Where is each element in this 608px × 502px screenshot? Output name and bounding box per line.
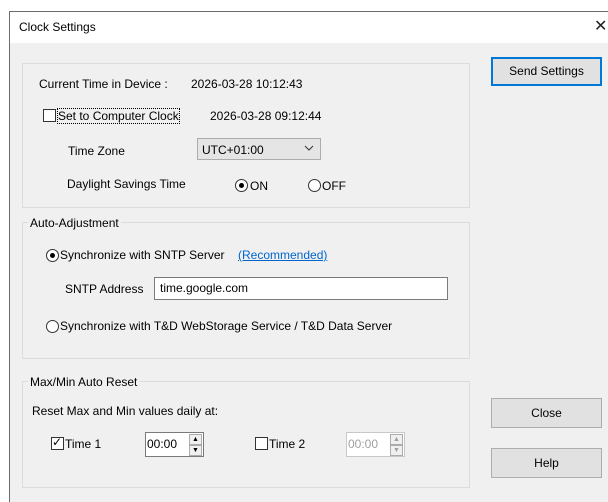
set-computer-clock-label[interactable]: Set to Computer Clock [57, 108, 180, 124]
reset-label: Reset Max and Min values daily at: [32, 404, 219, 418]
time2-checkbox[interactable] [255, 437, 268, 450]
send-settings-label: Send Settings [509, 64, 584, 78]
help-button[interactable]: Help [491, 448, 602, 478]
spin-up-icon[interactable]: ▲ [189, 434, 202, 445]
dst-label: Daylight Savings Time [67, 177, 186, 191]
sntp-address-label: SNTP Address [65, 282, 144, 296]
spin-down-icon: ▼ [390, 445, 403, 456]
help-label: Help [534, 456, 559, 470]
close-label: Close [531, 406, 562, 420]
window-title: Clock Settings [19, 20, 96, 34]
chevron-down-icon [304, 142, 314, 157]
webstorage-radio[interactable] [46, 320, 59, 333]
time1-value: 00:00 [147, 437, 178, 451]
time-zone-label: Time Zone [68, 144, 125, 158]
sntp-option-label[interactable]: Synchronize with SNTP Server [60, 248, 225, 262]
time2-value: 00:00 [348, 437, 379, 451]
time1-spinner[interactable]: 00:00 ▲ ▼ [145, 432, 204, 457]
time2-spinner: 00:00 ▲ ▼ [346, 432, 405, 457]
auto-adjustment-legend: Auto-Adjustment [28, 216, 121, 230]
title-bar: Clock Settings ✕ [10, 12, 608, 43]
set-computer-clock-checkbox[interactable] [43, 109, 56, 122]
computer-time-value: 2026-03-28 09:12:44 [210, 109, 322, 123]
close-button[interactable]: Close [491, 398, 602, 428]
time1-label[interactable]: Time 1 [65, 437, 101, 451]
current-time-label: Current Time in Device : [39, 77, 168, 91]
spin-down-icon[interactable]: ▼ [189, 445, 202, 456]
time-zone-dropdown[interactable]: UTC+01:00 [197, 138, 321, 160]
webstorage-option-label[interactable]: Synchronize with T&D WebStorage Service … [60, 319, 392, 333]
sntp-radio[interactable] [46, 249, 59, 262]
dst-on-radio[interactable] [235, 179, 248, 192]
sntp-address-input[interactable]: time.google.com [154, 277, 448, 300]
send-settings-button[interactable]: Send Settings [491, 57, 602, 86]
dst-off-label[interactable]: OFF [322, 179, 346, 193]
spin-up-icon: ▲ [390, 434, 403, 445]
time-zone-value: UTC+01:00 [202, 143, 264, 157]
dst-on-label[interactable]: ON [250, 179, 268, 193]
time2-label[interactable]: Time 2 [269, 437, 305, 451]
close-window-icon[interactable]: ✕ [594, 16, 607, 36]
current-time-value: 2026-03-28 10:12:43 [191, 77, 303, 91]
maxmin-legend: Max/Min Auto Reset [28, 375, 140, 389]
dst-off-radio[interactable] [308, 179, 321, 192]
time1-checkbox[interactable] [51, 435, 64, 450]
recommended-link[interactable]: (Recommended) [238, 248, 327, 262]
